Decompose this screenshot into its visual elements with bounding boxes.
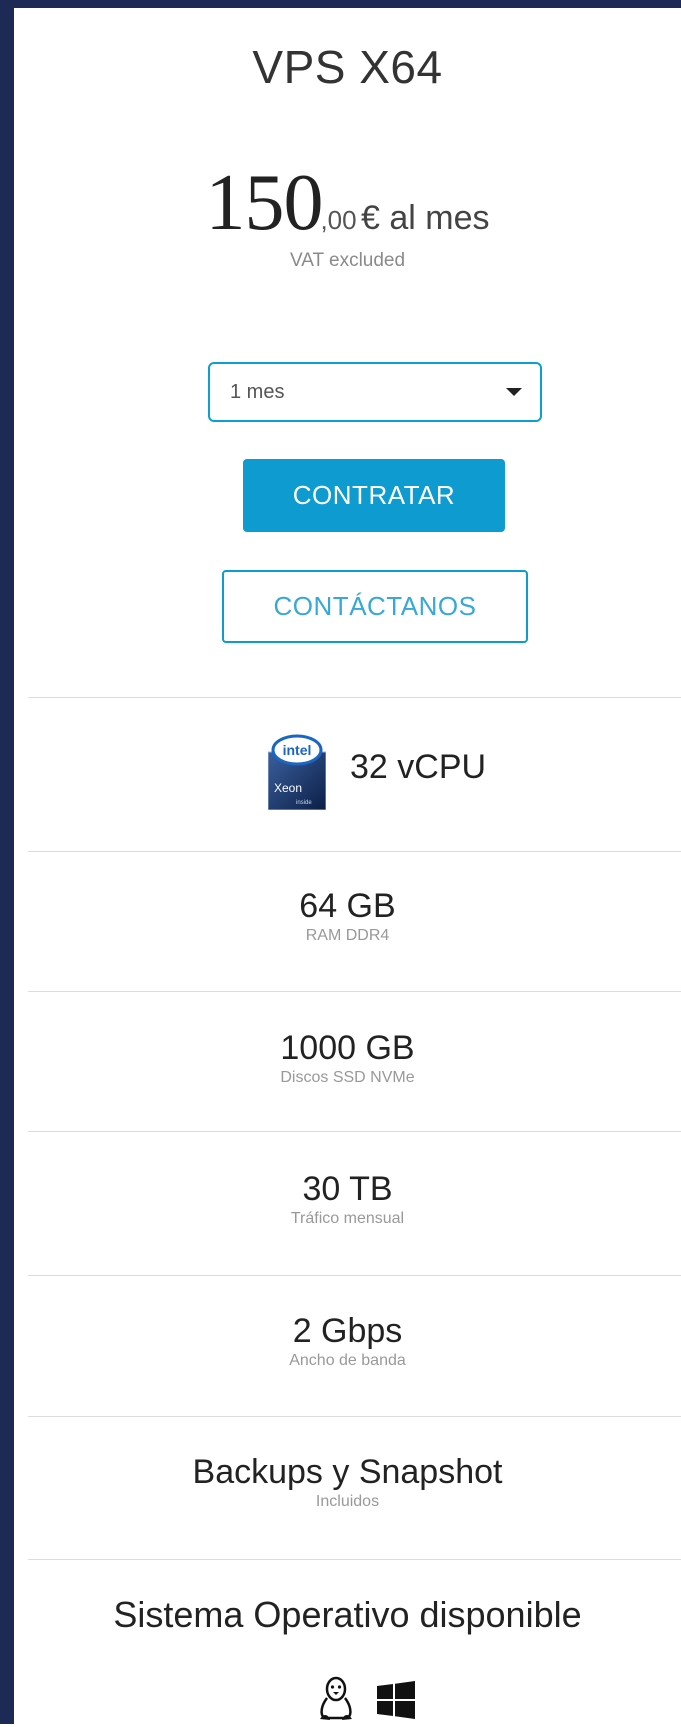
linux-icon bbox=[316, 1676, 356, 1727]
spec-label: Tráfico mensual bbox=[290, 1210, 405, 1227]
contratar-button[interactable]: CONTRATAR bbox=[243, 459, 505, 532]
vat-note: VAT excluded bbox=[289, 250, 406, 271]
windows-icon bbox=[376, 1680, 416, 1725]
divider bbox=[28, 851, 681, 852]
price: 150,00 € al mes bbox=[14, 158, 681, 249]
spec-ram: 64 GB RAM DDR4 bbox=[14, 886, 681, 946]
spec-backups: Backups y Snapshot Incluidos bbox=[14, 1452, 681, 1512]
price-integer: 150 bbox=[205, 159, 323, 247]
spec-value: 1000 GB bbox=[280, 1029, 415, 1067]
spec-traffic: 30 TB Tráfico mensual bbox=[14, 1169, 681, 1229]
spec-label: Discos SSD NVMe bbox=[280, 1069, 415, 1086]
contactanos-button[interactable]: CONTÁCTANOS bbox=[222, 570, 528, 643]
plan-card: VPS X64 150,00 € al mes VAT excluded 1 m… bbox=[0, 0, 681, 1724]
spec-label: RAM DDR4 bbox=[305, 927, 390, 944]
svg-text:inside: inside bbox=[296, 800, 312, 806]
caret-down-icon bbox=[506, 388, 522, 396]
svg-text:intel: intel bbox=[283, 742, 312, 758]
divider bbox=[28, 1416, 681, 1417]
divider bbox=[28, 1559, 681, 1560]
spec-value: 2 Gbps bbox=[292, 1312, 403, 1350]
divider bbox=[28, 1131, 681, 1132]
cpu-spec: intel Xeon inside 32 vCPU bbox=[14, 734, 681, 814]
divider bbox=[28, 697, 681, 698]
billing-period-value: 1 mes bbox=[230, 381, 285, 403]
os-icons bbox=[14, 1676, 681, 1726]
spec-value: Backups y Snapshot bbox=[192, 1453, 503, 1491]
divider bbox=[28, 991, 681, 992]
svg-text:Xeon: Xeon bbox=[274, 781, 302, 795]
spec-bandwidth: 2 Gbps Ancho de banda bbox=[14, 1311, 681, 1371]
os-title: Sistema Operativo disponible bbox=[113, 1594, 582, 1635]
price-suffix: € al mes bbox=[361, 199, 490, 237]
billing-period-select[interactable]: 1 mes bbox=[208, 362, 542, 422]
divider bbox=[28, 1275, 681, 1276]
plan-title: VPS X64 bbox=[252, 41, 443, 93]
spec-label: Incluidos bbox=[315, 1493, 380, 1510]
spec-value: 64 GB bbox=[299, 887, 396, 925]
spec-label: Ancho de banda bbox=[289, 1352, 406, 1369]
price-decimal: ,00 bbox=[320, 205, 357, 235]
spec-disk: 1000 GB Discos SSD NVMe bbox=[14, 1028, 681, 1088]
cpu-value: 32 vCPU bbox=[350, 748, 487, 786]
intel-xeon-icon: intel Xeon inside bbox=[267, 734, 327, 811]
spec-value: 30 TB bbox=[302, 1170, 393, 1208]
